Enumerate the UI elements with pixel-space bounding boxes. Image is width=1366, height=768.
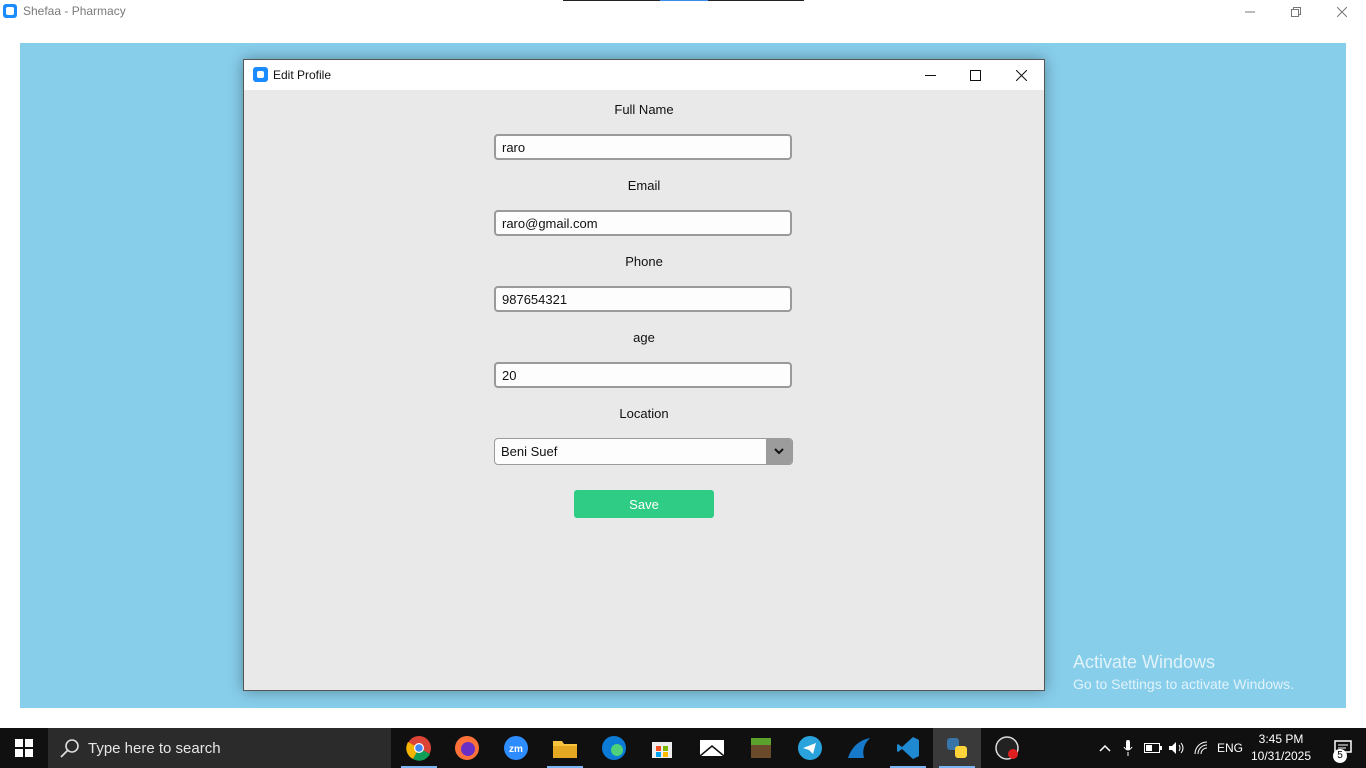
clock-date: 10/31/2025: [1250, 749, 1312, 763]
taskbar-firefox[interactable]: [443, 728, 491, 768]
phone-input[interactable]: [494, 286, 792, 312]
taskbar-mail[interactable]: [688, 728, 736, 768]
dialog-minimize-button[interactable]: [907, 60, 953, 90]
full-name-input[interactable]: [494, 134, 792, 160]
location-label: Location: [619, 406, 669, 421]
dialog-app-icon: [253, 67, 268, 82]
edit-profile-dialog: Edit Profile Full Name Email Phone age L…: [243, 59, 1045, 691]
file-explorer-icon: [553, 741, 577, 758]
microphone-tray-button[interactable]: [1118, 728, 1138, 768]
edge-icon: [602, 736, 626, 760]
notification-count-badge: 5: [1333, 749, 1347, 763]
taskbar-obs[interactable]: [983, 728, 1031, 768]
network-tray-button[interactable]: [1191, 728, 1213, 768]
mail-icon: [699, 740, 725, 757]
age-input[interactable]: [494, 362, 792, 388]
minecraft-icon: [751, 738, 771, 758]
dialog-title: Edit Profile: [273, 68, 332, 82]
save-button[interactable]: Save: [574, 490, 714, 518]
app-title: Shefaa - Pharmacy: [23, 4, 126, 18]
taskbar-vscode[interactable]: [884, 728, 932, 768]
dialog-close-button[interactable]: [998, 60, 1044, 90]
zoom-icon: zm: [504, 736, 528, 760]
activate-title: Activate Windows: [1073, 652, 1216, 672]
taskbar-chrome[interactable]: [395, 728, 443, 768]
microphone-icon: [1123, 740, 1133, 756]
activate-windows-watermark: Activate Windows Go to Settings to activ…: [1073, 652, 1294, 692]
phone-label: Phone: [625, 254, 663, 269]
start-button[interactable]: [0, 728, 48, 768]
age-label: age: [633, 330, 655, 345]
search-placeholder: Type here to search: [88, 740, 221, 757]
restore-icon: [1291, 6, 1301, 17]
taskbar-wireshark[interactable]: [835, 728, 883, 768]
firefox-icon: [455, 736, 479, 760]
app-close-button[interactable]: [1319, 0, 1365, 23]
obs-icon: [995, 736, 1019, 760]
close-icon: [1337, 6, 1347, 17]
clock[interactable]: 3:45 PM 10/31/2025: [1246, 731, 1316, 765]
email-label: Email: [627, 178, 661, 193]
app-titlebar: Shefaa - Pharmacy: [0, 0, 1366, 23]
battery-tray-button[interactable]: [1142, 728, 1164, 768]
taskbar-search[interactable]: Type here to search: [48, 728, 391, 768]
language-indicator[interactable]: ENG: [1214, 728, 1246, 768]
battery-icon: [1144, 743, 1162, 753]
taskbar-edge[interactable]: [590, 728, 638, 768]
taskbar-minecraft[interactable]: [737, 728, 785, 768]
location-select[interactable]: Beni Suef: [494, 438, 793, 465]
minimize-icon: [924, 74, 936, 76]
taskbar-store[interactable]: [638, 728, 686, 768]
app-icon: [3, 4, 17, 18]
chevron-up-icon: [1099, 744, 1111, 752]
vscode-icon: [897, 737, 919, 759]
telegram-icon: [798, 736, 822, 760]
windows-logo-icon: [15, 739, 33, 757]
volume-tray-button[interactable]: [1166, 728, 1188, 768]
tab-strip-accent: [660, 0, 708, 1]
dialog-maximize-button[interactable]: [952, 60, 998, 90]
taskbar: Type here to search zm ENG 3:45 PM 10/31…: [0, 728, 1366, 768]
activate-subtitle: Go to Settings to activate Windows.: [1073, 676, 1294, 692]
dropdown-button[interactable]: [766, 439, 792, 464]
app-minimize-button[interactable]: [1227, 0, 1273, 23]
wireshark-icon: [848, 738, 870, 758]
show-hidden-icons-button[interactable]: [1094, 728, 1116, 768]
chrome-icon: [406, 736, 431, 761]
email-input[interactable]: [494, 210, 792, 236]
taskbar-python[interactable]: [933, 728, 981, 768]
minimize-icon: [1245, 11, 1255, 12]
location-selected-value: Beni Suef: [501, 444, 558, 459]
wifi-icon: [1194, 741, 1208, 755]
search-icon: [60, 739, 79, 758]
dialog-titlebar: Edit Profile: [244, 60, 1044, 90]
full-name-label: Full Name: [614, 102, 674, 117]
chevron-down-icon: [774, 448, 784, 455]
app-restore-button[interactable]: [1273, 0, 1319, 23]
maximize-icon: [969, 69, 981, 81]
taskbar-zoom[interactable]: zm: [492, 728, 540, 768]
taskbar-file-explorer[interactable]: [541, 728, 589, 768]
close-icon: [1015, 69, 1027, 81]
store-icon: [652, 742, 672, 758]
svg-text:zm: zm: [509, 744, 523, 755]
volume-icon: [1169, 742, 1184, 754]
python-icon: [947, 738, 967, 758]
clock-time: 3:45 PM: [1258, 732, 1304, 746]
taskbar-telegram[interactable]: [786, 728, 834, 768]
